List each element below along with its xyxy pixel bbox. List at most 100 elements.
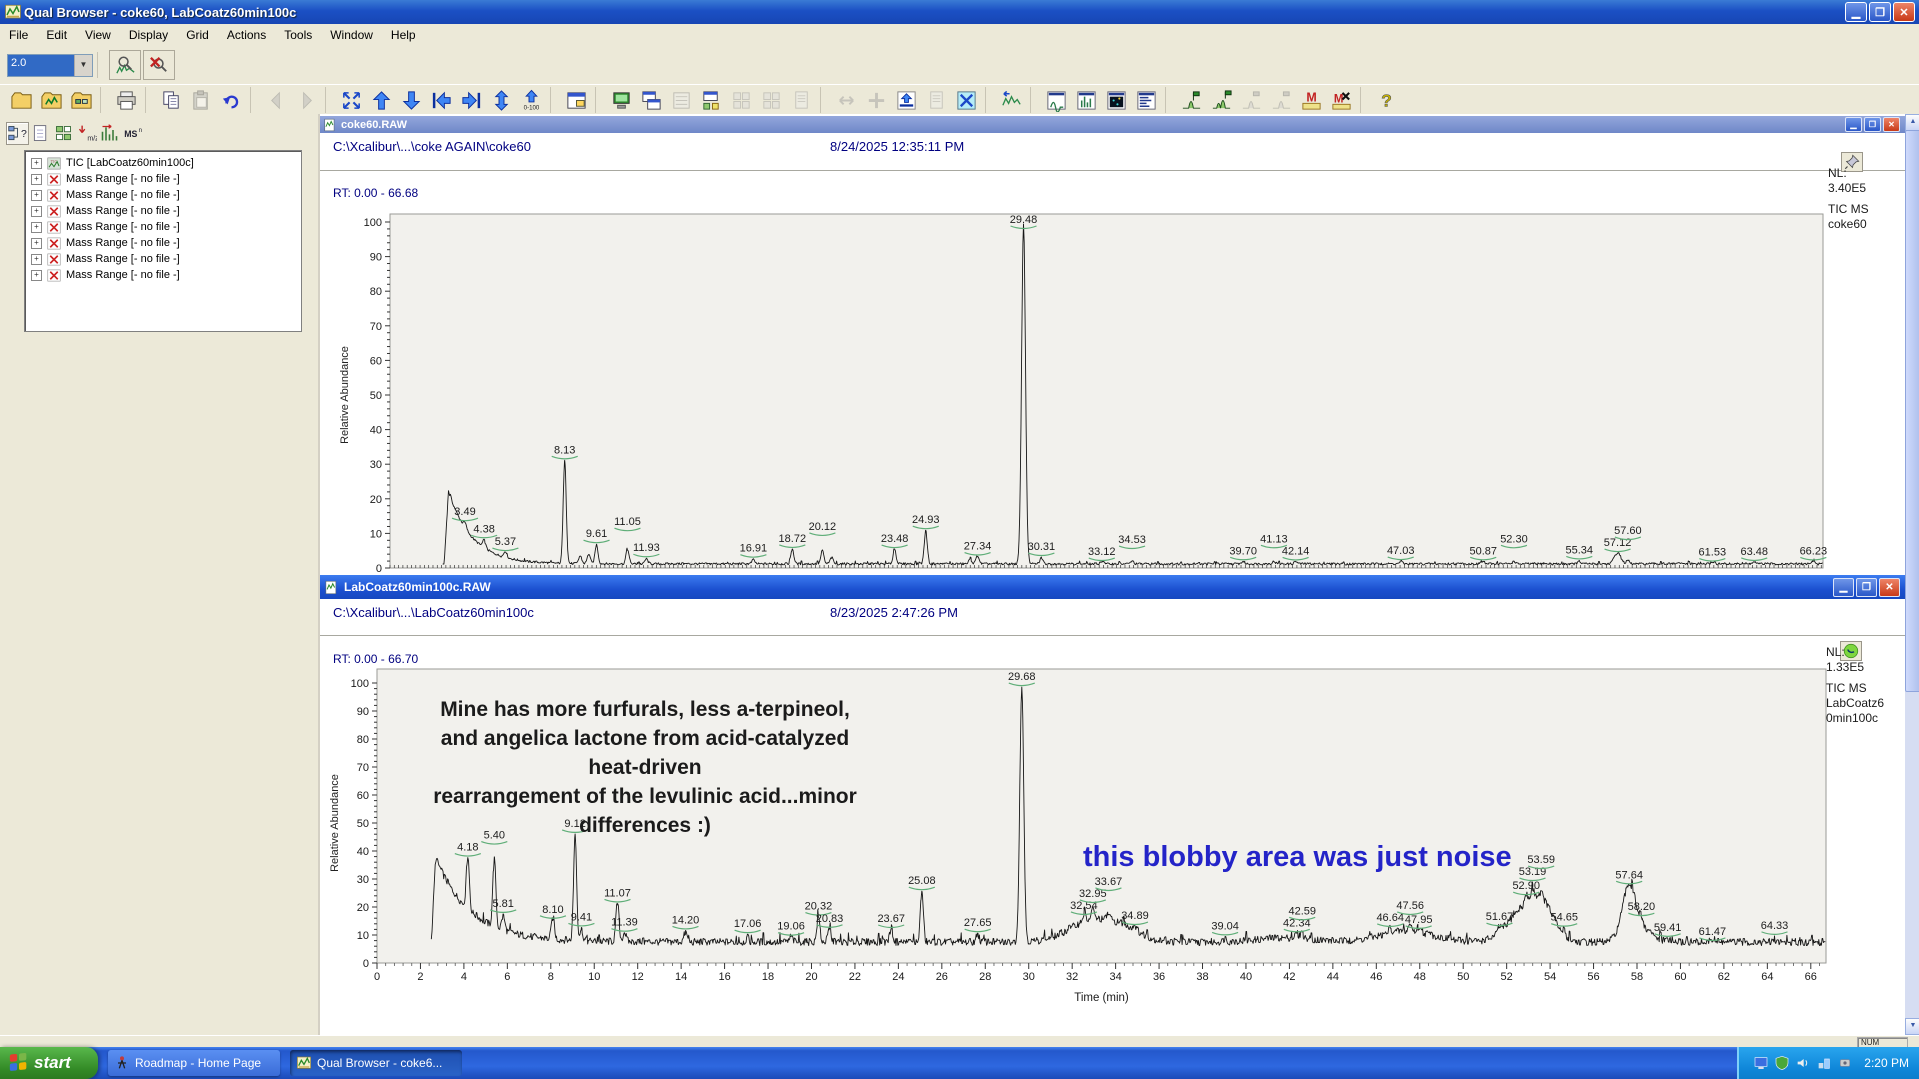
menu-tools[interactable]: Tools — [275, 25, 321, 45]
chromatogram-coke60[interactable]: 0102030405060708090100Relative Abundance… — [320, 114, 1905, 575]
expand-icon[interactable]: + — [31, 270, 42, 281]
expand-icon[interactable]: + — [31, 174, 42, 185]
print-icon[interactable] — [111, 87, 141, 113]
antivirus-shield-icon[interactable] — [1774, 1055, 1790, 1071]
menu-file[interactable]: File — [0, 25, 37, 45]
menu-view[interactable]: View — [76, 25, 120, 45]
cell-maximize-button[interactable]: ❒ — [1856, 578, 1877, 597]
display-chromatogram-icon[interactable] — [1041, 87, 1071, 113]
tab-info-icon[interactable]: ? — [6, 122, 29, 145]
task-roadmap[interactable]: Roadmap - Home Page — [108, 1050, 280, 1076]
removable-device-icon[interactable] — [1837, 1055, 1853, 1071]
start-button[interactable]: start — [0, 1047, 98, 1079]
swap-cells-icon[interactable] — [951, 87, 981, 113]
tree-item-6[interactable]: + Mass Range [- no file -] — [25, 251, 301, 267]
menu-actions[interactable]: Actions — [218, 25, 275, 45]
tree-item-7[interactable]: +Mass Range [- no file -] — [25, 267, 301, 283]
pan-right-icon[interactable] — [456, 87, 486, 113]
tree-item-2[interactable]: +Mass Range [- no file -] — [25, 187, 301, 203]
open-result-icon[interactable] — [36, 87, 66, 113]
tree-item-4[interactable]: +Mass Range [- no file -] — [25, 219, 301, 235]
reset-scale-icon[interactable] — [336, 87, 366, 113]
menu-edit[interactable]: Edit — [37, 25, 76, 45]
fit-height-icon[interactable] — [891, 87, 921, 113]
undo-icon[interactable] — [216, 87, 246, 113]
menu-help[interactable]: Help — [382, 25, 425, 45]
tree-item-label: Mass Range [- no file -] — [66, 253, 180, 265]
tab-mz-icon[interactable]: m/z — [75, 122, 98, 145]
peak-detection-icon[interactable] — [1176, 87, 1206, 113]
scrollbar-thumb[interactable] — [1905, 130, 1919, 692]
tab-spectrum-icon[interactable] — [98, 122, 121, 145]
ms-level-combobox[interactable]: 2.0 ▼ — [7, 54, 93, 77]
tree-item-5[interactable]: +Mass Range [- no file -] — [25, 235, 301, 251]
expand-icon[interactable]: + — [31, 158, 42, 169]
cell-minimize-button[interactable]: ▁ — [1845, 117, 1862, 132]
tree-item-3[interactable]: +Mass Range [- no file -] — [25, 203, 301, 219]
cell-maximize-button[interactable]: ❒ — [1864, 117, 1881, 132]
menu-window[interactable]: Window — [321, 25, 382, 45]
ranges-tree[interactable]: +TICTIC [LabCoatz60min100c]+Mass Range [… — [24, 150, 302, 332]
peak-integration-icon[interactable] — [1206, 87, 1236, 113]
tab-structure-icon[interactable] — [52, 122, 75, 145]
network-icon[interactable] — [1816, 1055, 1832, 1071]
minimize-button[interactable]: ▁ — [1845, 2, 1867, 22]
cell-close-button[interactable]: ✕ — [1879, 578, 1900, 597]
cell-close-button[interactable]: ✕ — [1883, 117, 1900, 132]
plot-area[interactable] — [390, 214, 1823, 568]
cell-caption-labcoatz[interactable]: LabCoatz60min100c.RAW ▁ ❒ ✕ — [320, 575, 1905, 599]
y-tick-label: 70 — [357, 762, 369, 774]
reset-zoom-icon[interactable] — [143, 50, 175, 80]
peak-label: 47.56 — [1396, 900, 1424, 912]
scale-down-icon[interactable] — [396, 87, 426, 113]
display-spectrum-icon[interactable] — [1071, 87, 1101, 113]
grid-display-icon[interactable] — [606, 87, 636, 113]
open-sequence-icon[interactable] — [66, 87, 96, 113]
tree-item-1[interactable]: +Mass Range [- no file -] — [25, 171, 301, 187]
expand-icon[interactable]: + — [31, 190, 42, 201]
scroll-down-icon[interactable]: ▼ — [1905, 1018, 1919, 1035]
combobox-dropdown-icon[interactable]: ▼ — [74, 55, 92, 76]
scale-up-icon[interactable] — [366, 87, 396, 113]
peak-label: 63.48 — [1740, 546, 1768, 558]
close-button[interactable]: ✕ — [1893, 2, 1915, 22]
vertical-scrollbar[interactable]: ▲ ▼ — [1905, 114, 1919, 1035]
normalize-0-100-icon[interactable]: 0-100 — [516, 87, 546, 113]
expand-icon[interactable]: + — [31, 222, 42, 233]
display-map-icon[interactable] — [1101, 87, 1131, 113]
cell-info-icon[interactable] — [561, 87, 591, 113]
expand-icon[interactable]: + — [31, 206, 42, 217]
title-bar[interactable]: Qual Browser - coke60, LabCoatz60min100c… — [0, 0, 1919, 24]
display-settings-icon[interactable] — [1753, 1055, 1769, 1071]
expand-icon[interactable]: + — [31, 238, 42, 249]
tray-icons — [1753, 1055, 1858, 1071]
peak-label: 19.06 — [777, 921, 805, 933]
open-file-icon[interactable] — [6, 87, 36, 113]
x-tick-label: 14 — [675, 971, 687, 983]
tree-item-0[interactable]: +TICTIC [LabCoatz60min100c] — [25, 155, 301, 171]
copy-icon[interactable] — [156, 87, 186, 113]
tab-msn-icon[interactable]: MSn — [121, 122, 144, 145]
menu-grid[interactable]: Grid — [177, 25, 218, 45]
y-tick-label: 50 — [357, 818, 369, 830]
tab-report-icon[interactable] — [29, 122, 52, 145]
cell-minimize-button[interactable]: ▁ — [1833, 578, 1854, 597]
autorange-icon[interactable] — [486, 87, 516, 113]
menu-display[interactable]: Display — [120, 25, 177, 45]
pan-left-icon[interactable] — [426, 87, 456, 113]
help-icon[interactable]: ? — [1371, 87, 1401, 113]
grid-link-icon — [666, 87, 696, 113]
library-search-icon[interactable]: M — [1296, 87, 1326, 113]
grid-arrange-icon[interactable] — [636, 87, 666, 113]
display-list-icon[interactable] — [1131, 87, 1161, 113]
expand-icon[interactable]: + — [31, 254, 42, 265]
library-export-icon[interactable]: M — [1326, 87, 1356, 113]
scroll-up-icon[interactable]: ▲ — [1905, 114, 1919, 131]
volume-icon[interactable] — [1795, 1055, 1811, 1071]
zoom-chromatogram-icon[interactable] — [109, 50, 141, 80]
task-qual-browser[interactable]: Qual Browser - coke6... — [290, 1050, 462, 1076]
insert-cell-icon[interactable] — [696, 87, 726, 113]
cell-caption-coke60[interactable]: coke60.RAW ▁ ❒ ✕ — [320, 116, 1905, 133]
restore-button[interactable]: ❒ — [1869, 2, 1891, 22]
offset-traces-icon[interactable] — [996, 87, 1026, 113]
